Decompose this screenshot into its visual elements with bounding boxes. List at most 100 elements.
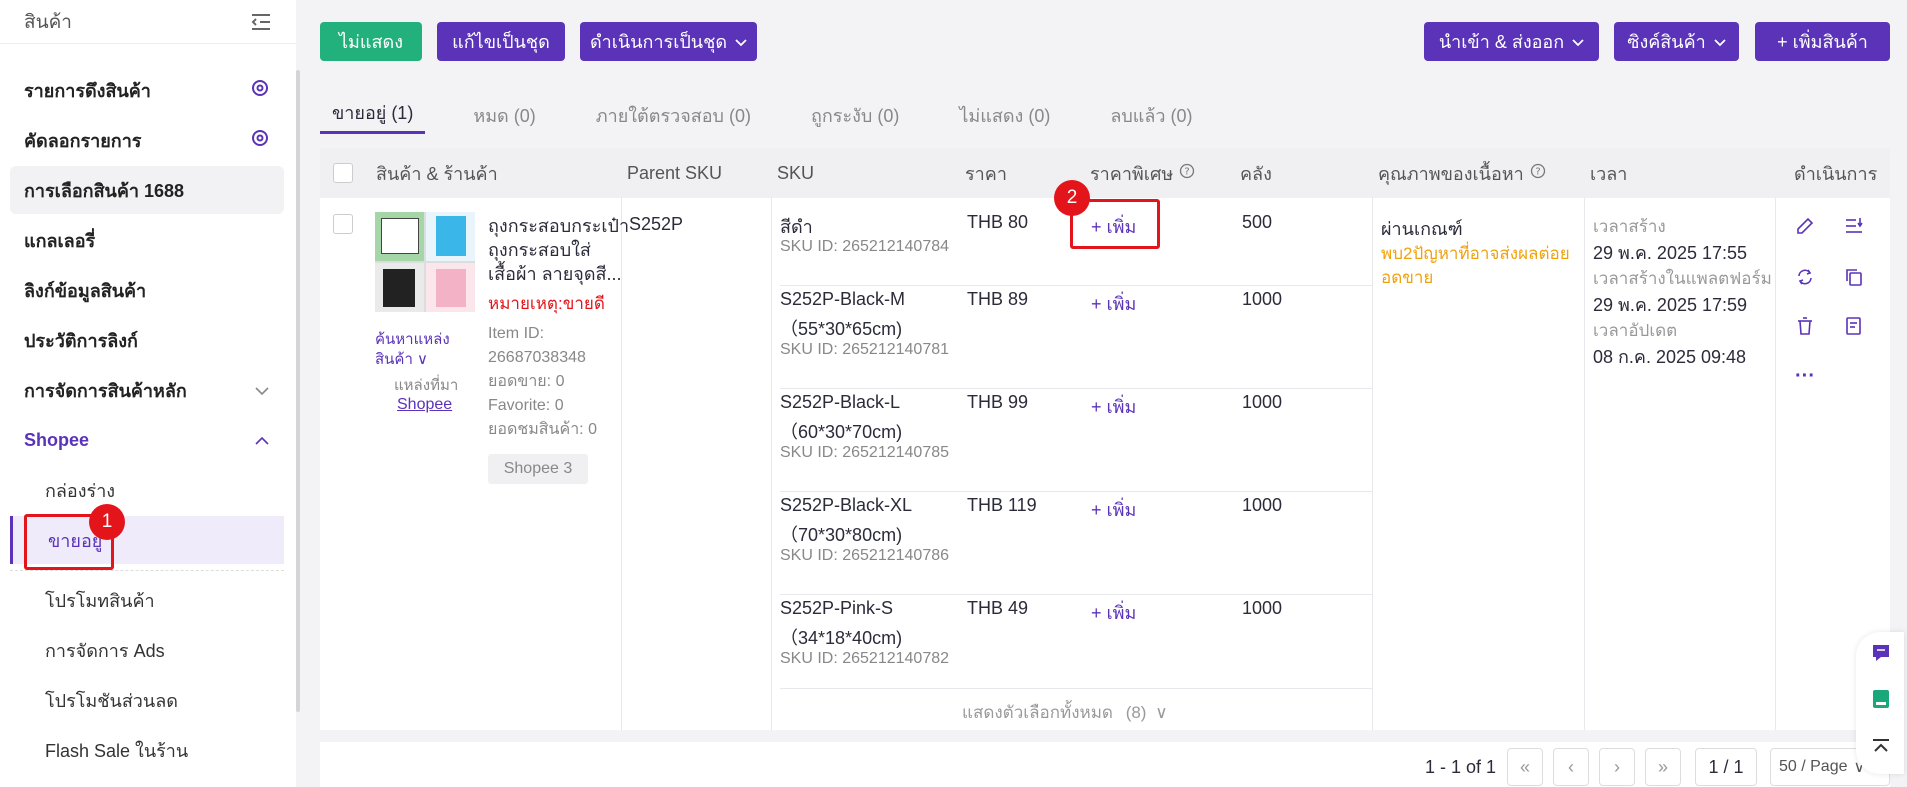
sidebar-item-gallery[interactable]: แกลเลอรี่ [10,216,284,264]
more-options-icon[interactable]: ··· [1793,364,1817,388]
copy-icon[interactable] [1842,265,1866,289]
refresh-icon[interactable] [1793,265,1817,289]
sidebar-item-shopee[interactable]: Shopee [10,416,284,464]
back-to-top-icon[interactable] [1870,736,1892,763]
find-source-link[interactable]: ค้นหาแหล่ง สินค้า ∨ [375,330,450,370]
variant-sku: สีดำ [780,217,813,237]
variant-price: THB 99 [967,392,1029,412]
row-divider [780,594,1372,595]
sidebar-item-master-products[interactable]: การจัดการสินค้าหลัก [10,366,284,414]
table-header: สินค้า & ร้านค้า Parent SKU SKU ราคา ราค… [320,148,1890,198]
sidebar: สินค้า รายการดึงสินค้า คัดลอกรายการ การเ… [0,0,296,787]
tab-sold-out[interactable]: หมด (0) [461,96,547,134]
row-divider [780,285,1372,286]
gear-icon[interactable] [250,78,270,103]
sidebar-subitem-label: กล่องร่าง [45,480,116,501]
row-checkbox[interactable] [333,214,353,234]
header-product: สินค้า & ร้านค้า [376,163,498,184]
variant-stock: 1000 [1242,289,1283,309]
header-time: เวลา [1590,163,1628,184]
tab-deleted[interactable]: ลบแล้ว (0) [1098,96,1204,134]
bulk-action-label: ดำเนินการเป็นชุด [589,32,728,52]
import-export-dropdown[interactable]: นำเข้า & ส่งออก [1424,22,1599,61]
product-thumbnail[interactable] [375,212,475,312]
gear-icon[interactable] [250,128,270,153]
sidebar-item-copy-list[interactable]: คัดลอกรายการ [10,116,284,164]
row-divider [780,388,1372,389]
variant-stock: 1000 [1242,392,1283,412]
variant-sku-id: SKU ID: 265212140786 [780,547,950,564]
sidebar-item-link-history[interactable]: ประวัติการลิงก์ [10,316,284,364]
next-page-button[interactable]: › [1599,748,1635,786]
last-page-button[interactable]: » [1645,748,1681,786]
annotation-badge-2: 2 [1054,180,1090,216]
first-page-button[interactable]: « [1507,748,1543,786]
status-tabs: ขายอยู่ (1) หมด (0) ภายใต้ตรวจสอบ (0) ถู… [320,96,1241,136]
variant-sku-id: SKU ID: 265212140781 [780,341,950,358]
sidebar-item-product-link[interactable]: ลิงก์ข้อมูลสินค้า [10,266,284,314]
add-special-price-link[interactable]: + เพิ่ม [1091,598,1136,627]
sidebar-item-label: การจัดการสินค้าหลัก [24,380,187,401]
header-special-price: ราคาพิเศษ ? [1090,148,1195,198]
variant-size: （55*30*65cm) [780,319,903,339]
collapse-menu-icon[interactable] [250,13,272,31]
header-actions: ดำเนินการ [1794,163,1878,184]
variant-size: （34*18*40cm) [780,628,903,648]
quality-status: ผ่านเกณฑ์ [1381,219,1463,239]
sidebar-subitem-promote[interactable]: โปรโมทสินค้า [10,576,284,624]
hide-button[interactable]: ไม่แสดง [320,22,422,61]
divider [10,570,284,571]
header-price: ราคา [965,163,1007,184]
quality-issues-link[interactable]: พบ2ปัญหาที่อาจส่งผลต่อย อดขาย [1381,242,1570,290]
variant-sku: S252P-Pink-S [780,598,894,618]
variant-sku-id: SKU ID: 265212140785 [780,444,950,461]
sidebar-subitem-drafts[interactable]: กล่องร่าง [10,466,284,514]
bulk-edit-button[interactable]: แก้ไขเป็นชุด [437,22,565,61]
help-icon[interactable]: ? [1530,163,1546,184]
variant-stock: 1000 [1242,495,1283,515]
pagination-summary: 1 - 1 of 1 [1425,757,1497,777]
sidebar-subitem-flash-sale[interactable]: Flash Sale ในร้าน [10,726,284,774]
variant-size: （70*30*80cm) [780,525,903,545]
variant-price: THB 119 [967,495,1037,515]
delete-icon[interactable] [1793,314,1817,338]
chevron-up-icon [254,430,270,451]
sidebar-item-1688[interactable]: การเลือกสินค้า 1688 [10,166,284,214]
chevron-down-icon: ∨ [412,351,429,368]
variant-stock: 500 [1242,212,1273,232]
edit-icon[interactable] [1793,214,1817,238]
tab-banned[interactable]: ถูกระงับ (0) [799,96,911,134]
tab-active[interactable]: ขายอยู่ (1) [320,96,426,134]
variant-size: （60*30*70cm) [780,422,903,442]
sync-products-dropdown[interactable]: ซิงค์สินค้า [1614,22,1739,61]
variant-sku-id: SKU ID: 265212140782 [780,650,950,667]
variant-sku: S252P-Black-M [780,289,906,309]
sidebar-subitem-ads[interactable]: การจัดการ Ads [10,626,284,674]
show-all-variants-link[interactable]: แสดงตัวเลือกทั้งหมด (8) ∨ [962,699,1168,726]
product-name[interactable]: ถุงกระสอบกระเป๋า ถุงกระสอบใส่ เสื้อผ้า ล… [488,214,629,286]
sidebar-item-import-list[interactable]: รายการดึงสินค้า [10,66,284,114]
prev-page-button[interactable]: ‹ [1553,748,1589,786]
tab-hidden[interactable]: ไม่แสดง (0) [947,96,1062,134]
add-special-price-link[interactable]: + เพิ่ม [1091,392,1136,421]
chevron-down-icon: ∨ [1155,703,1168,722]
book-icon[interactable] [1870,688,1892,715]
header-sku: SKU [777,162,815,183]
help-icon[interactable]: ? [1179,163,1195,184]
add-special-price-link[interactable]: + เพิ่ม [1091,289,1136,318]
sidebar-subitem-discount[interactable]: โปรโมชันส่วนลด [10,676,284,724]
add-special-price-link[interactable]: + เพิ่ม [1091,495,1136,524]
bulk-action-dropdown[interactable]: ดำเนินการเป็นชุด [580,22,757,61]
add-product-button[interactable]: + เพิ่มสินค้า [1755,22,1890,61]
sidebar-scrollbar[interactable] [296,70,300,712]
sort-list-icon[interactable] [1842,214,1866,238]
page-input[interactable]: 1 / 1 [1695,748,1757,786]
source-link[interactable]: Shopee [397,396,452,414]
svg-text:?: ? [1185,166,1190,177]
notes-icon[interactable] [1842,314,1866,338]
chat-icon[interactable] [1870,642,1892,669]
select-all-checkbox[interactable] [333,148,353,198]
svg-text:?: ? [1535,166,1540,177]
sidebar-subitem-label: โปรโมชันส่วนลด [45,690,178,711]
tab-under-review[interactable]: ภายใต้ตรวจสอบ (0) [584,96,763,134]
